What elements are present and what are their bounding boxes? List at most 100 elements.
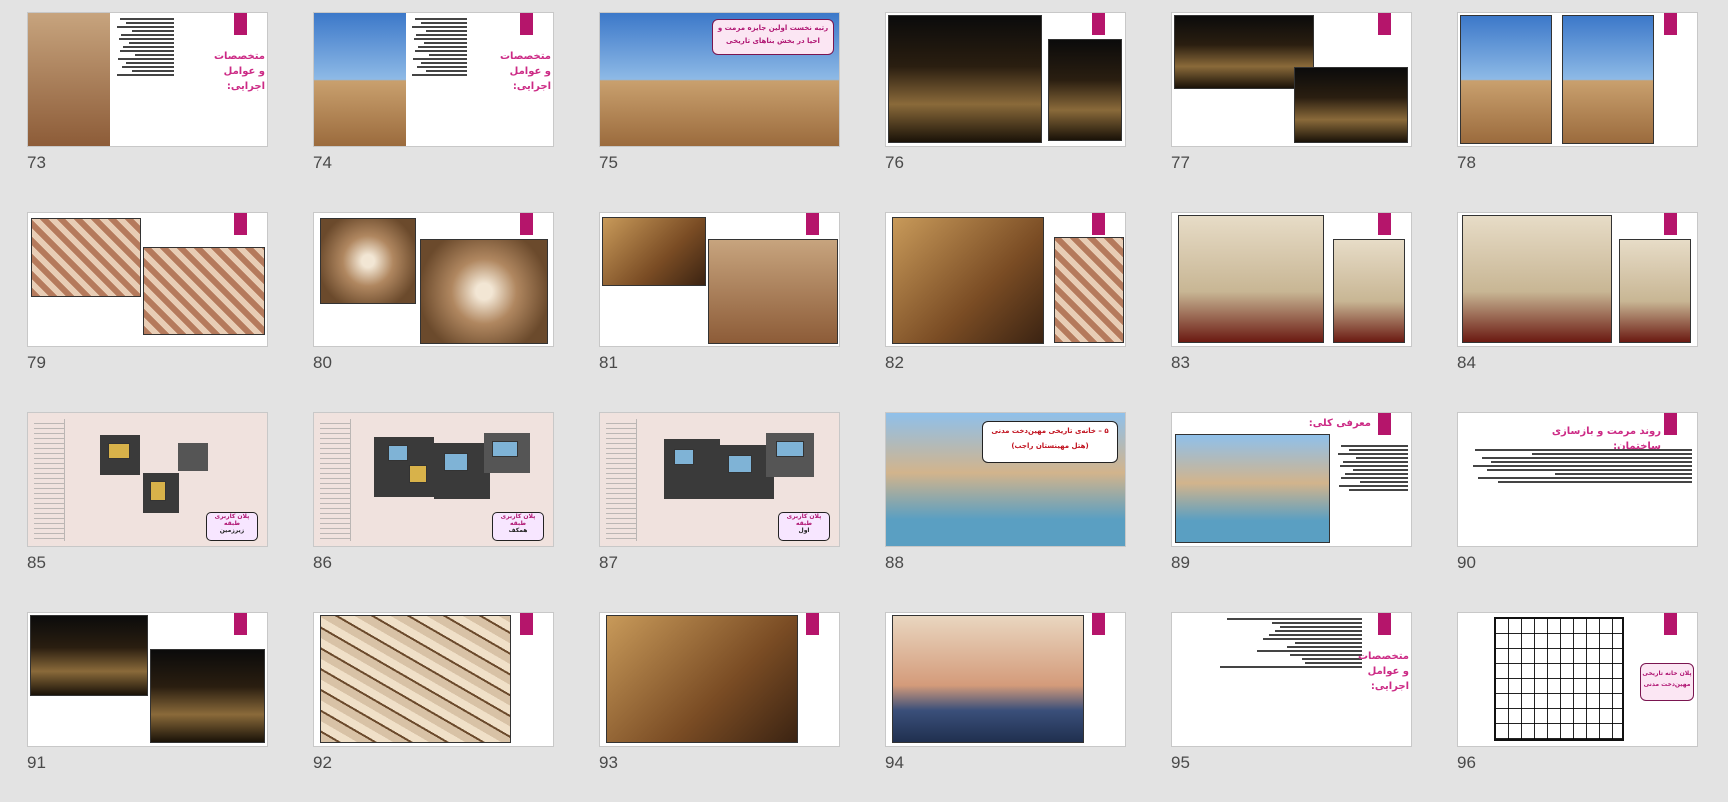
slide-image [1048,39,1122,141]
slide-caption: رتبه نخست اولین جایزه مرمت و احیا در بخش… [712,19,834,55]
slide-81[interactable] [599,212,840,347]
slide-number: 83 [1171,353,1190,372]
slide-82[interactable] [885,212,1126,347]
slide-number: 89 [1171,553,1190,572]
slide-thumbnail-77[interactable]: 77 [1171,12,1412,202]
slide-image [602,217,706,286]
slide-thumbnail-93[interactable]: 93 [599,612,840,802]
slide-88[interactable]: ۵ – خانه‌ی تاریخی مهین‌دخت مدنی (هتل مهی… [885,412,1126,547]
slide-thumbnail-95[interactable]: متخصصات و عوامل اجرایی: 95 [1171,612,1412,802]
slide-84[interactable] [1457,212,1698,347]
slide-image [1175,434,1330,543]
slide-thumbnail-84[interactable]: 84 [1457,212,1698,402]
slide-image [1462,215,1612,343]
slide-accent-tab [1092,613,1105,635]
plan-pool [776,441,804,457]
slide-thumbnail-92[interactable]: 92 [313,612,554,802]
slide-image [1174,15,1314,89]
slide-73[interactable]: متخصصات و عوامل اجرایی: [27,12,268,147]
slide-89[interactable]: معرفی کلی: [1171,412,1412,547]
slide-number: 88 [885,553,904,572]
slide-87[interactable]: پلان کاربری طبقه اول [599,412,840,547]
slide-thumbnail-90[interactable]: روند مرمت و بازسازی ساختمان: 90 [1457,412,1698,602]
plan-label-title: پلان کاربری طبقه [786,513,822,527]
plan-label: پلان کاربری طبقه زیرزمین [206,512,258,541]
slide-thumbnail-86[interactable]: پلان کاربری طبقه همکف 86 [313,412,554,602]
slide-94[interactable] [885,612,1126,747]
slide-thumbnail-91[interactable]: 91 [27,612,268,802]
slide-77[interactable] [1171,12,1412,147]
slide-accent-tab [1664,213,1677,235]
slide-86[interactable]: پلان کاربری طبقه همکف [313,412,554,547]
slide-image [28,13,110,146]
slide-thumbnail-85[interactable]: پلان کاربری طبقه زیرزمین 85 [27,412,268,602]
slide-caption: پلان خانه تاریخی مهین‌دخت مدنی [1640,663,1694,701]
slide-thumbnail-87[interactable]: پلان کاربری طبقه اول 87 [599,412,840,602]
plan-pool [492,441,518,457]
slide-image [314,13,406,146]
slide-number: 82 [885,353,904,372]
slide-thumbnail-81[interactable]: 81 [599,212,840,402]
slide-thumbnail-83[interactable]: 83 [1171,212,1412,402]
slide-number: 93 [599,753,618,772]
slide-accent-tab [520,213,533,235]
plan-legend [606,419,637,541]
slide-title: متخصصات و عوامل اجرایی: [1358,651,1409,692]
plan-pool [444,453,468,471]
slide-caption-line1: ۵ – خانه‌ی تاریخی مهین‌دخت مدنی [991,427,1109,435]
slide-number: 90 [1457,553,1476,572]
slide-92[interactable] [313,612,554,747]
plan-label-title: پلان کاربری طبقه [214,513,250,527]
slide-bullets [1212,616,1362,742]
slide-image [150,649,265,743]
slide-image [1619,239,1691,343]
slide-91[interactable] [27,612,268,747]
slide-accent-tab [1378,613,1391,635]
slide-thumbnail-74[interactable]: متخصصات و عوامل اجرایی: 74 [313,12,554,202]
slide-accent-tab [234,13,247,35]
slide-80[interactable] [313,212,554,347]
slide-96[interactable]: پلان خانه تاریخی مهین‌دخت مدنی [1457,612,1698,747]
slide-thumbnail-73[interactable]: متخصصات و عوامل اجرایی: 73 [27,12,268,202]
slide-thumbnail-78[interactable]: 78 [1457,12,1698,202]
slide-number: 77 [1171,153,1190,172]
slide-number: 79 [27,353,46,372]
slide-thumbnail-94[interactable]: 94 [885,612,1126,802]
plan-label-sub: اول [798,527,810,534]
slide-95[interactable]: متخصصات و عوامل اجرایی: [1171,612,1412,747]
slide-78[interactable] [1457,12,1698,147]
slide-number: 75 [599,153,618,172]
slide-thumbnail-75[interactable]: رتبه نخست اولین جایزه مرمت و احیا در بخش… [599,12,840,202]
slide-90[interactable]: روند مرمت و بازسازی ساختمان: [1457,412,1698,547]
slide-caption: ۵ – خانه‌ی تاریخی مهین‌دخت مدنی (هتل مهی… [982,421,1118,463]
slide-93[interactable] [599,612,840,747]
slide-74[interactable]: متخصصات و عوامل اجرایی: [313,12,554,147]
slide-thumbnail-79[interactable]: 79 [27,212,268,402]
slide-83[interactable] [1171,212,1412,347]
slide-thumbnail-80[interactable]: 80 [313,212,554,402]
slide-79[interactable] [27,212,268,347]
slide-accent-tab [1378,213,1391,235]
slide-thumbnail-89[interactable]: معرفی کلی: 89 [1171,412,1412,602]
slide-thumbnail-88[interactable]: ۵ – خانه‌ی تاریخی مهین‌دخت مدنی (هتل مهی… [885,412,1126,602]
slide-accent-tab [1664,413,1677,435]
slide-bullets [409,16,467,142]
slide-image [30,615,148,696]
slide-number: 92 [313,753,332,772]
slide-number: 96 [1457,753,1476,772]
slide-85[interactable]: پلان کاربری طبقه زیرزمین [27,412,268,547]
slide-accent-tab [1092,213,1105,235]
slide-image [892,217,1044,344]
slide-75[interactable]: رتبه نخست اولین جایزه مرمت و احیا در بخش… [599,12,840,147]
slide-accent-tab [520,613,533,635]
slide-76[interactable] [885,12,1126,147]
slide-thumbnail-82[interactable]: 82 [885,212,1126,402]
slide-number: 80 [313,353,332,372]
slide-image [1054,237,1124,343]
slide-image [320,218,416,304]
slide-thumbnail-96[interactable]: پلان خانه تاریخی مهین‌دخت مدنی 96 [1457,612,1698,802]
slide-accent-tab [520,13,533,35]
slide-thumbnail-76[interactable]: 76 [885,12,1126,202]
slide-accent-tab [1378,413,1391,435]
slide-image [420,239,548,344]
